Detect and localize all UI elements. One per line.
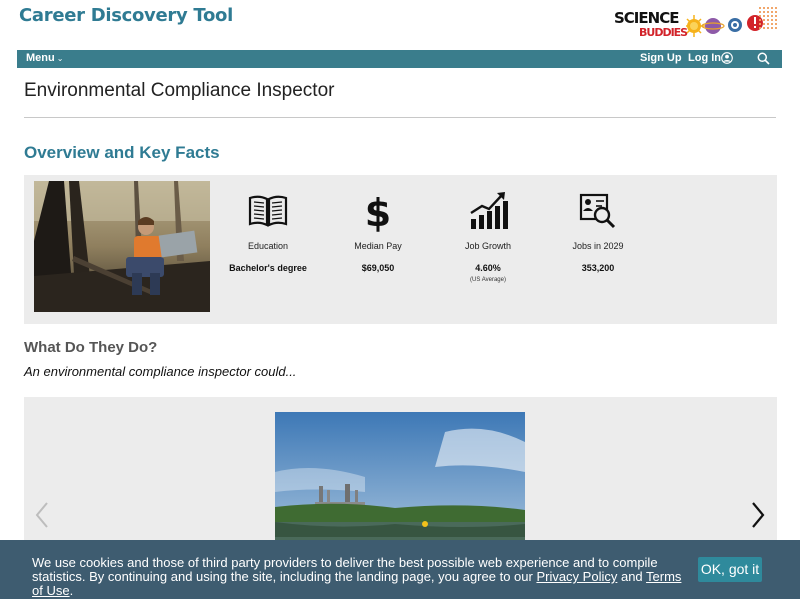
what-they-do-heading: What Do They Do? xyxy=(24,339,158,356)
fact-median-pay: $ Median Pay $69,050 xyxy=(323,189,433,273)
chevron-down-icon: ⌄ xyxy=(56,54,64,63)
what-they-do-subheading: An environmental compliance inspector co… xyxy=(24,364,297,379)
site-header: Career Discovery Tool SCIENCE BUDDIES xyxy=(0,0,800,50)
cookie-message: We use cookies and those of third party … xyxy=(32,556,692,598)
fact-value: $69,050 xyxy=(361,263,395,273)
fact-label: Jobs in 2029 xyxy=(572,241,624,251)
carousel-prev-arrow[interactable] xyxy=(34,501,50,529)
title-divider xyxy=(24,117,776,118)
job-search-icon xyxy=(579,193,616,229)
key-facts-panel: Education Bachelor's degree $ Median Pay… xyxy=(24,175,777,324)
menu-button[interactable]: Menu ⌄ xyxy=(26,52,63,64)
log-in-link[interactable]: Log In xyxy=(688,52,721,64)
site-title[interactable]: Career Discovery Tool xyxy=(19,5,233,26)
carousel-next-arrow[interactable] xyxy=(750,501,766,529)
main-navbar: Menu ⌄ Sign Up Log In xyxy=(17,50,782,68)
overview-heading: Overview and Key Facts xyxy=(24,143,220,162)
science-buddies-logo[interactable]: SCIENCE BUDDIES xyxy=(614,6,780,42)
fact-label: Median Pay xyxy=(354,241,402,251)
fact-jobs-2029: Jobs in 2029 353,200 xyxy=(543,189,653,273)
fact-value: 4.60% xyxy=(475,263,501,273)
search-icon[interactable] xyxy=(757,52,770,65)
logo-text-buddies: BUDDIES xyxy=(639,26,688,39)
page-title: Environmental Compliance Inspector xyxy=(24,80,335,101)
logo-science-icons xyxy=(686,15,763,37)
cookie-ok-button[interactable]: OK, got it xyxy=(698,557,762,582)
logo-dots-decoration xyxy=(758,6,778,30)
fact-label: Job Growth xyxy=(464,241,512,251)
privacy-policy-link[interactable]: Privacy Policy xyxy=(536,569,617,584)
growth-chart-icon xyxy=(470,192,508,229)
svg-text:$: $ xyxy=(365,191,391,233)
cookie-text-part: . xyxy=(69,583,74,598)
fact-value: 353,200 xyxy=(581,263,615,273)
cookie-consent-banner: We use cookies and those of third party … xyxy=(0,540,800,599)
open-book-icon xyxy=(248,195,288,227)
logo-text-science: SCIENCE xyxy=(614,9,679,27)
dollar-sign-icon: $ xyxy=(365,191,391,233)
user-circle-icon[interactable] xyxy=(721,52,733,64)
fact-education: Education Bachelor's degree xyxy=(213,189,323,273)
fact-label: Education xyxy=(247,241,289,251)
fact-value: Bachelor's degree xyxy=(229,263,307,273)
fact-job-growth: Job Growth 4.60% (US Average) xyxy=(433,189,543,283)
inspector-field-photo xyxy=(34,181,210,312)
fact-note: (US Average) xyxy=(470,277,506,283)
menu-label: Menu xyxy=(26,52,55,64)
sign-up-link[interactable]: Sign Up xyxy=(640,52,682,64)
cookie-text-part: and xyxy=(617,569,647,584)
